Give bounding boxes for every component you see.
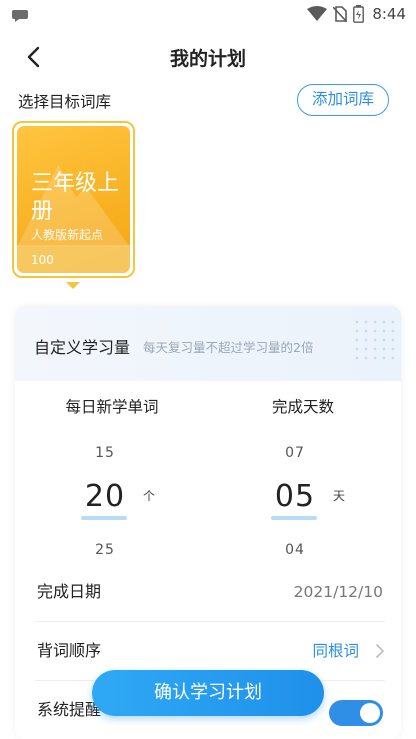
daily-words-prev[interactable]: 15: [75, 445, 135, 461]
daily-words-label: 每日新学单词: [65, 398, 159, 416]
app-header: 我的计划: [0, 36, 416, 76]
finish-date-row: 完成日期 2021/12/10: [15, 563, 401, 621]
days-prev[interactable]: 07: [265, 445, 325, 461]
wifi-icon: [307, 6, 328, 21]
custom-plan-header: 自定义学习量 每天复习量不超过学习量的2倍: [15, 306, 401, 381]
battery-icon: [353, 5, 365, 23]
chevron-right-icon[interactable]: [375, 644, 385, 658]
toggle-knob: [360, 703, 380, 723]
book-cover: 三年级上册 人教版新起点 100: [17, 126, 130, 273]
dots-decoration-icon: [355, 320, 395, 360]
days-current[interactable]: 05: [265, 479, 325, 514]
custom-plan-hint: 每天复习量不超过学习量的2倍: [143, 340, 314, 355]
selected-pointer-icon: [66, 282, 80, 289]
status-time: 8:44: [372, 5, 406, 23]
days-label: 完成天数: [271, 398, 334, 416]
book-word-count: 100: [31, 253, 54, 267]
add-library-button[interactable]: 添加词库: [297, 84, 389, 116]
days-next[interactable]: 04: [265, 542, 325, 558]
daily-words-current[interactable]: 20: [75, 479, 135, 514]
finish-date-label: 完成日期: [37, 582, 102, 601]
daily-words-next[interactable]: 25: [75, 542, 135, 558]
book-title: 三年级上册: [31, 171, 120, 224]
confirm-plan-button[interactable]: 确认学习计划: [92, 670, 324, 716]
custom-plan-title: 自定义学习量: [34, 338, 131, 357]
finish-date-value: 2021/12/10: [293, 583, 383, 601]
book-card-selected[interactable]: 三年级上册 人教版新起点 100: [12, 121, 135, 278]
daily-words-underline: [81, 516, 127, 520]
book-subtitle: 人教版新起点: [31, 228, 104, 242]
reminder-toggle[interactable]: [329, 700, 383, 726]
no-sim-icon: [333, 6, 348, 22]
order-label: 背词顺序: [37, 641, 102, 660]
days-underline: [271, 516, 317, 520]
days-unit: 天: [333, 489, 346, 503]
order-value[interactable]: 同根词: [312, 622, 359, 680]
daily-words-unit: 个: [143, 489, 156, 503]
target-library-label: 选择目标词库: [18, 93, 112, 111]
status-bar: 8:44: [0, 0, 416, 30]
chat-bubble-icon: [12, 10, 28, 22]
page-title: 我的计划: [169, 48, 246, 70]
